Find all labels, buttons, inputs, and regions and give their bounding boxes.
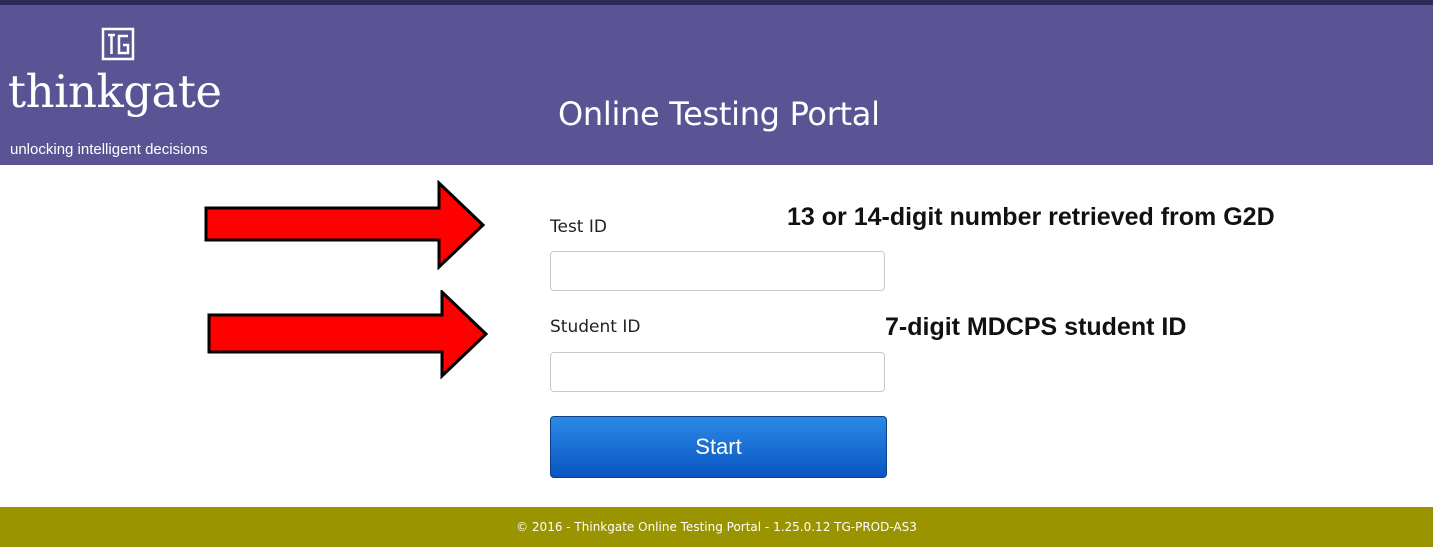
student-id-input[interactable] <box>550 352 885 392</box>
test-id-input[interactable] <box>550 251 885 291</box>
red-arrow-icon <box>204 180 486 270</box>
footer-bar: © 2016 - Thinkgate Online Testing Portal… <box>0 507 1433 547</box>
header-bar: thinkgate unlocking intelligent decision… <box>0 0 1433 165</box>
page-title: Online Testing Portal <box>558 95 880 133</box>
test-id-note: 13 or 14-digit number retrieved from G2D <box>787 203 1275 231</box>
red-arrow-icon <box>207 290 489 380</box>
student-id-note: 7-digit MDCPS student ID <box>885 313 1187 341</box>
test-id-label: Test ID <box>550 217 607 237</box>
student-id-label: Student ID <box>550 317 641 337</box>
thinkgate-logo[interactable]: thinkgate unlocking intelligent decision… <box>8 15 238 165</box>
logo-wordmark: thinkgate <box>8 65 222 118</box>
tg-logo-icon <box>101 27 135 61</box>
footer-text: © 2016 - Thinkgate Online Testing Portal… <box>516 520 917 534</box>
logo-tagline: unlocking intelligent decisions <box>10 141 208 158</box>
start-button[interactable]: Start <box>550 416 887 478</box>
